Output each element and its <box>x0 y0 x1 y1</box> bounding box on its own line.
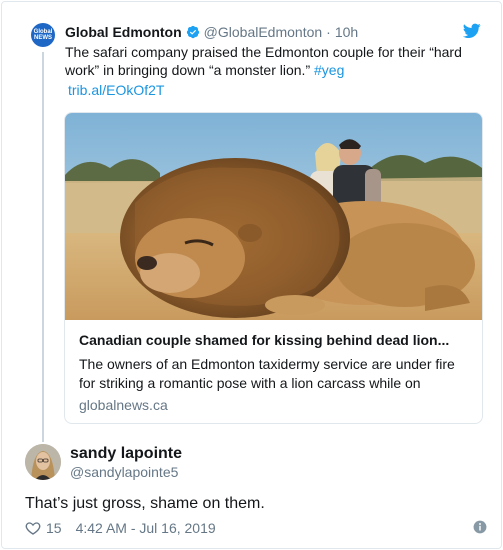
embedded-tweet-card: Global NEWS Global Edmonton @GlobalEdmon… <box>1 1 502 549</box>
heart-icon[interactable] <box>25 520 41 536</box>
quoted-author-handle[interactable]: @GlobalEdmonton <box>204 24 323 40</box>
reply-author-name[interactable]: sandy lapointe <box>70 445 182 463</box>
reply-author-handle[interactable]: @sandylapointe5 <box>70 464 178 480</box>
quoted-tweet-body: The safari company praised the Edmonton … <box>65 44 462 78</box>
global-edmonton-avatar[interactable]: Global NEWS <box>31 23 55 47</box>
reply-timestamp[interactable]: 4:42 AM - Jul 16, 2019 <box>76 520 216 536</box>
twitter-bird-icon[interactable] <box>463 23 481 39</box>
like-count[interactable]: 15 <box>46 520 62 536</box>
article-description: The owners of an Edmonton taxidermy serv… <box>79 356 455 391</box>
quoted-tweet-text: The safari company praised the Edmonton … <box>65 43 485 79</box>
quoted-tweet-time[interactable]: 10h <box>335 24 358 40</box>
article-image[interactable] <box>65 113 482 320</box>
profile-photo-illustration <box>25 444 61 480</box>
reply-footer: 15 4:42 AM - Jul 16, 2019 <box>25 519 487 537</box>
quoted-author-name[interactable]: Global Edmonton <box>65 24 182 40</box>
avatar-logo-text: Global NEWS <box>33 29 53 41</box>
shortened-url-link[interactable]: trib.al/EOkOf2T <box>68 82 164 98</box>
article-domain: globalnews.ca <box>79 397 168 413</box>
quoted-tweet-header: Global Edmonton @GlobalEdmonton · 10h <box>65 24 358 40</box>
thread-line <box>42 52 44 442</box>
verified-badge-icon <box>186 25 199 39</box>
info-icon[interactable] <box>473 520 487 534</box>
lion-photo-illustration <box>65 113 482 320</box>
reply-text: That’s just gross, shame on them. <box>25 495 265 512</box>
hashtag-link[interactable]: #yeg <box>314 62 344 78</box>
link-preview-card[interactable]: Canadian couple shamed for kissing behin… <box>64 112 483 424</box>
article-title[interactable]: Canadian couple shamed for kissing behin… <box>79 332 471 348</box>
separator-dot: · <box>326 24 331 40</box>
sandy-lapointe-avatar[interactable] <box>25 444 61 480</box>
